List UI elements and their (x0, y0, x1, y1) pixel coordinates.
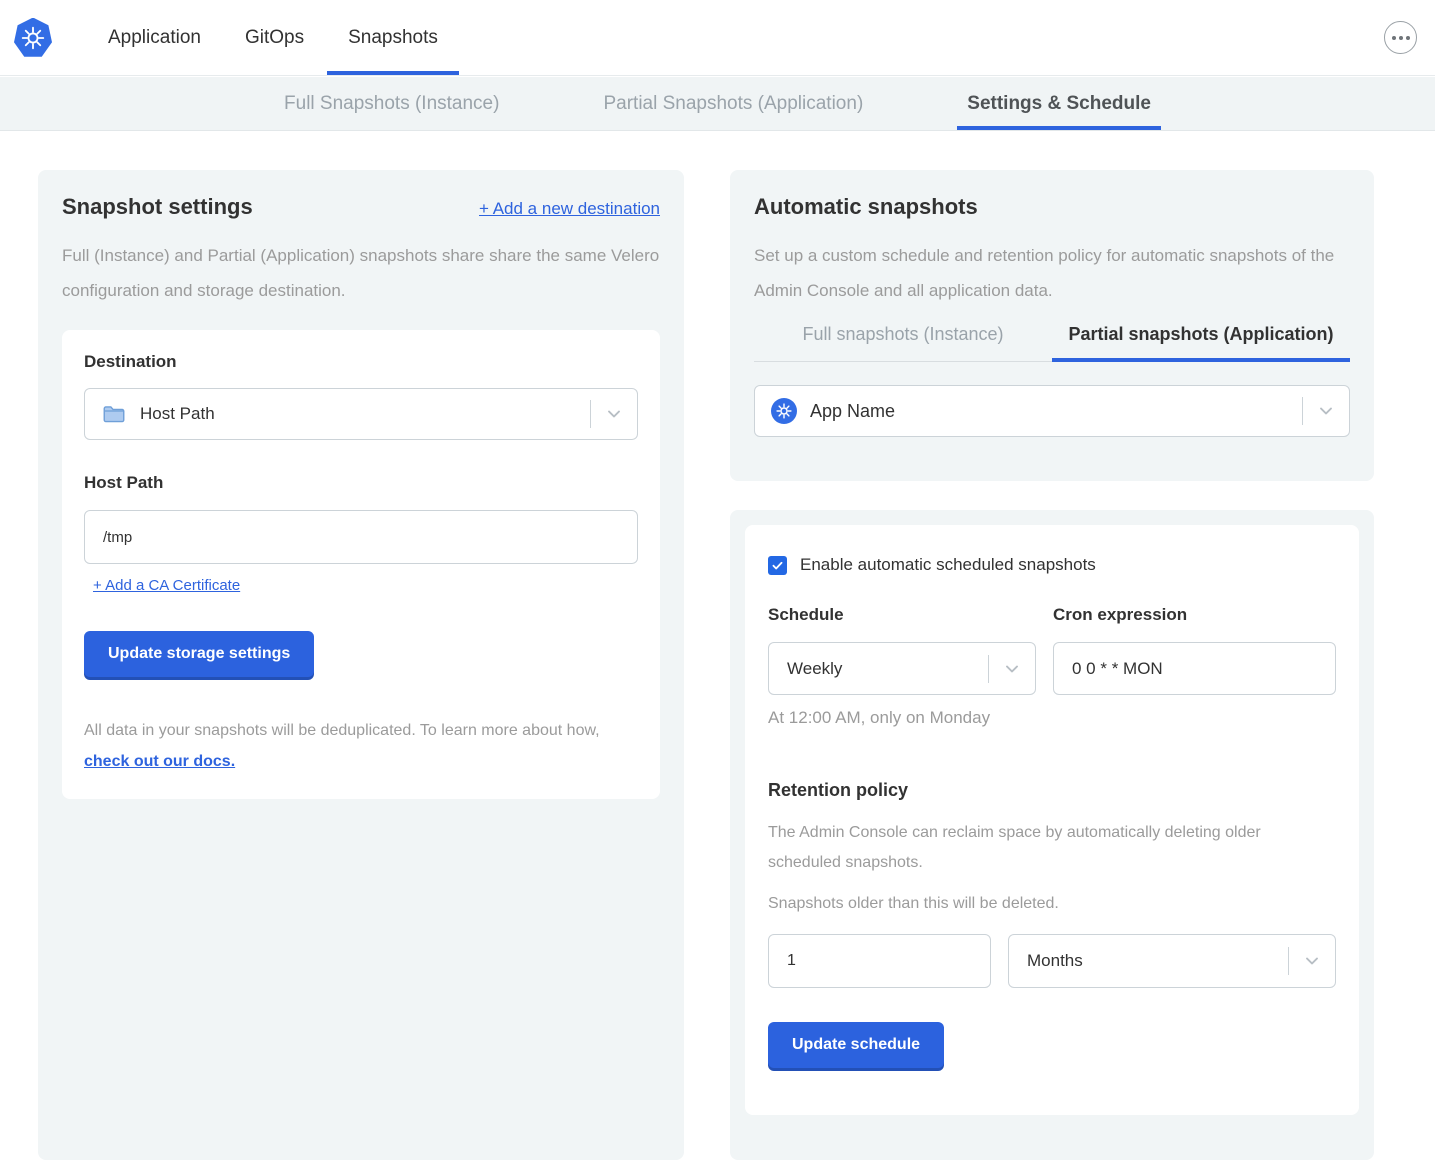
schedule-outer-card: Enable automatic scheduled snapshots Sch… (730, 510, 1374, 1160)
cron-column: Cron expression (1053, 605, 1336, 695)
kubernetes-wheel-icon (20, 25, 46, 51)
checkmark-icon (771, 559, 784, 572)
retention-value-input[interactable] (768, 934, 991, 988)
nav-gitops[interactable]: GitOps (224, 0, 325, 75)
schedule-label: Schedule (768, 605, 1036, 625)
schedule-card: Enable automatic scheduled snapshots Sch… (745, 525, 1359, 1115)
retention-hint: Snapshots older than this will be delete… (768, 895, 1336, 913)
chevron-down-icon (591, 404, 637, 424)
cron-expression-label: Cron expression (1053, 605, 1336, 625)
nav-application[interactable]: Application (87, 0, 222, 75)
add-ca-certificate-link[interactable]: + Add a CA Certificate (93, 577, 240, 594)
retention-select-control (1288, 935, 1335, 987)
dedup-text: All data in your snapshots will be dedup… (84, 722, 600, 739)
top-navbar: Application GitOps Snapshots (0, 0, 1435, 76)
destination-select[interactable]: Host Path (84, 388, 638, 440)
update-schedule-button[interactable]: Update schedule (768, 1022, 944, 1068)
chevron-down-icon (989, 659, 1035, 679)
automatic-snapshots-tabs: Full snapshots (Instance) Partial snapsh… (754, 324, 1350, 362)
snapshots-settings-page: Application GitOps Snapshots Full Snapsh… (0, 0, 1435, 1170)
schedule-interval-value: Weekly (787, 659, 842, 679)
schedule-interval-select[interactable]: Weekly (768, 642, 1036, 695)
nav-snapshots-label: Snapshots (348, 27, 438, 49)
schedule-cron-grid: Schedule Weekly Cron expression (768, 605, 1336, 695)
enable-snapshots-row: Enable automatic scheduled snapshots (768, 555, 1336, 575)
tab-settings-schedule-label: Settings & Schedule (967, 93, 1151, 115)
main-nav: Application GitOps Snapshots (86, 0, 460, 75)
tab-full-snapshots-instance[interactable]: Full snapshots (Instance) (754, 324, 1052, 362)
host-path-label: Host Path (84, 473, 638, 493)
automatic-snapshots-card: Automatic snapshots Set up a custom sche… (730, 170, 1374, 481)
automatic-snapshots-description: Set up a custom schedule and retention p… (754, 238, 1350, 308)
dedup-note: All data in your snapshots will be dedup… (84, 715, 638, 777)
storage-settings-form: Destination Host Path Host Path + Add a … (62, 330, 660, 799)
schedule-column: Schedule Weekly (768, 605, 1036, 695)
tab-full-instance-label: Full snapshots (Instance) (802, 324, 1003, 344)
tab-full-snapshots-label: Full Snapshots (Instance) (284, 93, 499, 115)
folder-icon (101, 401, 127, 427)
snapshots-subnav: Full Snapshots (Instance) Partial Snapsh… (0, 77, 1435, 131)
app-select[interactable]: App Name (754, 385, 1350, 437)
chevron-down-icon (1303, 401, 1349, 421)
app-kubernetes-icon (771, 398, 797, 424)
snapshot-settings-title: Snapshot settings (62, 194, 253, 220)
app-logo[interactable] (0, 0, 86, 75)
destination-label: Destination (84, 352, 638, 372)
add-destination-link[interactable]: + Add a new destination (479, 199, 660, 219)
automatic-snapshots-title: Automatic snapshots (754, 194, 1350, 220)
retention-row: Months (768, 934, 1336, 988)
kubernetes-logo-icon (14, 18, 52, 58)
cron-expression-input[interactable] (1053, 642, 1336, 695)
header-actions (1384, 0, 1435, 75)
destination-select-control (590, 389, 637, 439)
nav-snapshots[interactable]: Snapshots (327, 0, 459, 75)
tab-full-snapshots[interactable]: Full Snapshots (Instance) (274, 77, 509, 130)
tab-partial-snapshots[interactable]: Partial Snapshots (Application) (593, 77, 873, 130)
overflow-menu-icon[interactable] (1384, 21, 1417, 54)
retention-policy-description: The Admin Console can reclaim space by a… (768, 818, 1336, 878)
cron-hint: At 12:00 AM, only on Monday (768, 708, 1336, 728)
host-path-input[interactable] (84, 510, 638, 564)
tab-partial-snapshots-label: Partial Snapshots (Application) (603, 93, 863, 115)
app-select-value: App Name (810, 401, 895, 422)
app-select-control (1302, 386, 1349, 436)
nav-gitops-label: GitOps (245, 27, 304, 49)
tab-settings-schedule[interactable]: Settings & Schedule (957, 77, 1161, 130)
enable-snapshots-label: Enable automatic scheduled snapshots (800, 555, 1096, 575)
retention-policy-title: Retention policy (768, 780, 1336, 801)
destination-value: Host Path (140, 404, 215, 424)
tab-partial-snapshots-application[interactable]: Partial snapshots (Application) (1052, 324, 1350, 362)
snapshot-settings-card: Snapshot settings + Add a new destinatio… (38, 170, 684, 1160)
retention-unit-select[interactable]: Months (1008, 934, 1336, 988)
tab-partial-application-label: Partial snapshots (Application) (1068, 324, 1333, 344)
snapshot-settings-description: Full (Instance) and Partial (Application… (62, 238, 660, 308)
nav-application-label: Application (108, 27, 201, 49)
schedule-select-control (988, 643, 1035, 694)
docs-link[interactable]: check out our docs. (84, 753, 235, 770)
enable-snapshots-checkbox[interactable] (768, 556, 787, 575)
snapshot-settings-header: Snapshot settings + Add a new destinatio… (62, 194, 660, 220)
retention-unit-value: Months (1027, 951, 1083, 971)
update-storage-settings-button[interactable]: Update storage settings (84, 631, 314, 677)
chevron-down-icon (1289, 951, 1335, 971)
